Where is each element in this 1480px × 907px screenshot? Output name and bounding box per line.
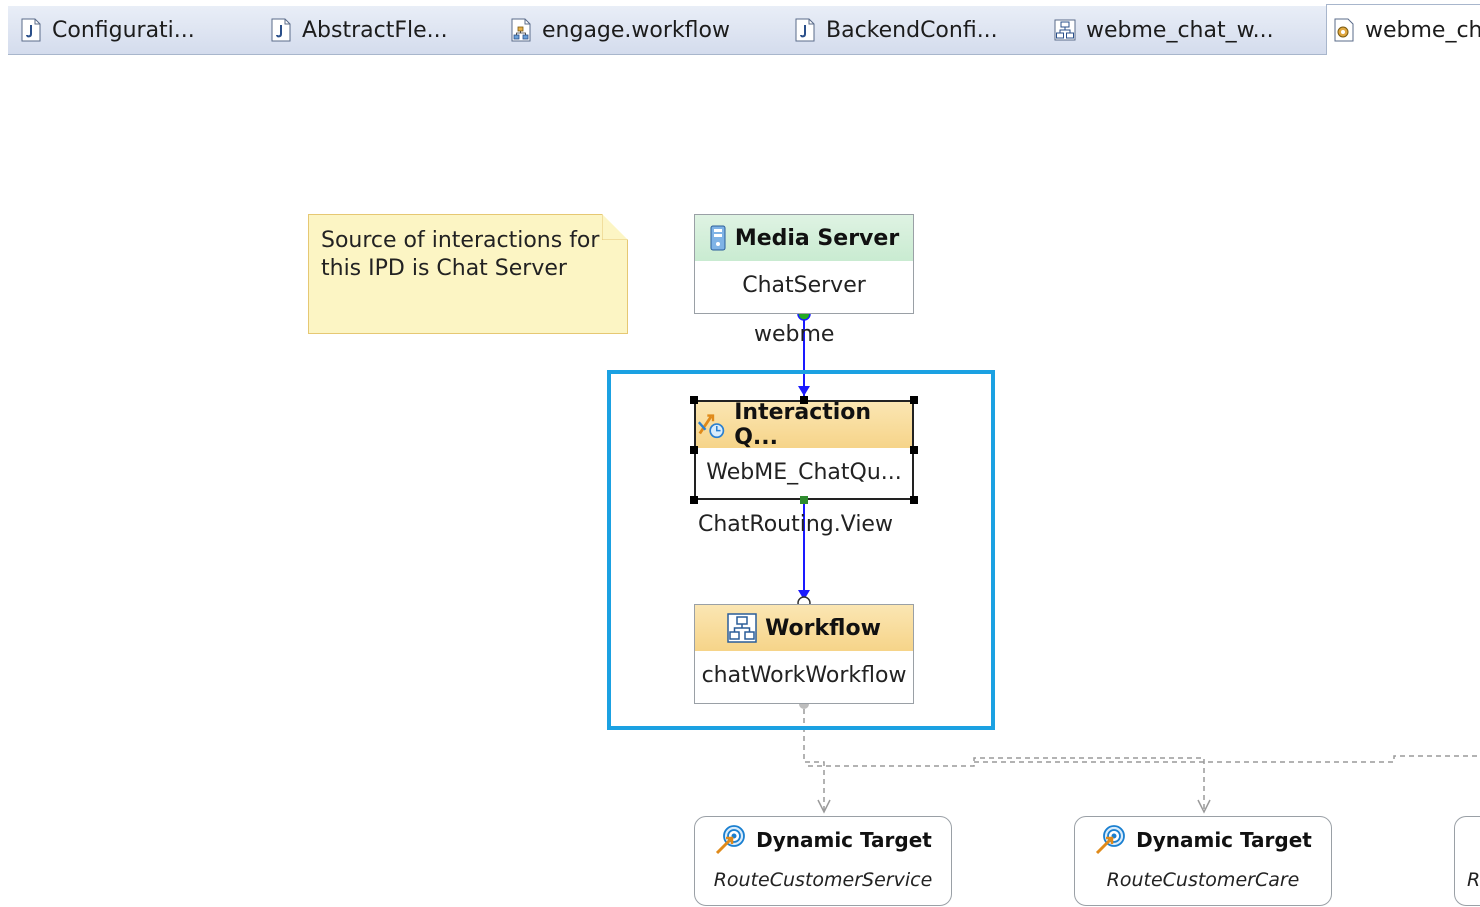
note-fold-corner [602,214,628,240]
workflow-node[interactable]: Workflow chatWorkWorkflow [694,604,914,704]
media-server-header: Media Server [695,215,913,261]
workflow-header: Workflow [695,605,913,651]
node-title: Dynamic Target [756,828,932,852]
resize-handle[interactable] [910,396,918,404]
note-text: Source of interactions for this IPD is C… [321,228,600,281]
diagram-note[interactable]: Source of interactions for this IPD is C… [308,214,628,334]
workflow-icon [727,613,757,643]
interaction-queue-header: Interaction Q... [696,400,912,450]
resize-handle[interactable] [910,446,918,454]
node-title: Workflow [765,615,881,641]
edge-label-webme: webme [754,322,835,347]
dynamic-target-node-partial[interactable]: R [1454,816,1480,906]
resize-handle[interactable] [800,396,808,404]
server-icon [710,225,726,251]
diagram-canvas[interactable]: Source of interactions for this IPD is C… [0,0,1480,907]
node-name: RouteCustomerCare [1106,869,1300,891]
node-name: WebME_ChatQu... [706,460,902,485]
edge-to-offscreen-target[interactable] [974,755,1480,763]
node-title: Dynamic Target [1136,828,1312,852]
dynamic-target-node[interactable]: Dynamic Target RouteCustomerCare [1074,816,1332,906]
dynamic-target-header: Dynamic Target [1075,817,1331,863]
resize-handle[interactable] [910,496,918,504]
edge-to-customer-care[interactable] [808,757,1205,812]
dynamic-target-header: Dynamic Target [695,817,951,863]
node-name: RouteCustomerService [713,869,933,891]
interaction-queue-icon [697,414,725,439]
resize-handle[interactable] [690,446,698,454]
dynamic-target-icon [716,825,746,855]
node-title: Media Server [734,225,900,251]
resize-handle[interactable] [800,496,808,504]
dynamic-target-icon [1096,825,1126,855]
dynamic-target-header [1455,817,1480,863]
edge-label-chatrouting: ChatRouting.View [698,512,893,537]
node-name: ChatServer [742,273,866,298]
resize-handle[interactable] [690,496,698,504]
node-name: R [1467,869,1480,891]
media-server-node[interactable]: Media Server ChatServer [694,214,914,314]
resize-handle[interactable] [690,396,698,404]
interaction-queue-node[interactable]: Interaction Q... WebME_ChatQu... [694,400,914,500]
dynamic-target-node[interactable]: Dynamic Target RouteCustomerService [694,816,952,906]
node-title: Interaction Q... [734,400,872,450]
node-name: chatWorkWorkflow [701,663,907,688]
